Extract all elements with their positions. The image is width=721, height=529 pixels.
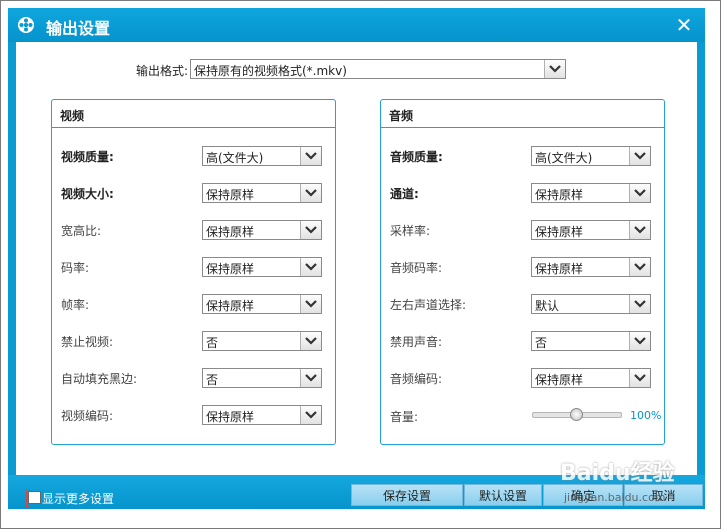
footer-bar: 显示更多设置 保存设置 默认设置 确定 取消 <box>8 475 705 509</box>
chevron-down-icon[interactable] <box>300 184 321 202</box>
close-icon: ✕ <box>675 13 693 37</box>
show-more-settings-checkbox[interactable]: 显示更多设置 <box>26 489 114 507</box>
video-row-select[interactable]: 保持原样 <box>202 405 322 425</box>
chevron-down-icon[interactable] <box>629 295 650 313</box>
chevron-down-icon[interactable] <box>300 369 321 387</box>
chevron-down-icon[interactable] <box>629 332 650 350</box>
video-group-title: 视频 <box>60 109 85 123</box>
output-format-select[interactable]: 保持原有的视频格式(*.mkv) <box>190 59 566 79</box>
output-format-value: 保持原有的视频格式(*.mkv) <box>194 64 347 78</box>
chevron-down-icon[interactable] <box>300 221 321 239</box>
video-row-label: 码率: <box>61 261 90 275</box>
video-row-value: 否 <box>206 373 219 387</box>
video-row-select[interactable]: 保持原样 <box>202 294 322 314</box>
film-reel-icon <box>18 17 34 33</box>
audio-row-value: 保持原样 <box>535 262 584 276</box>
audio-row-select[interactable]: 高(文件大) <box>531 146 651 166</box>
default-settings-button[interactable]: 默认设置 <box>464 484 542 506</box>
audio-row-label: 通道: <box>390 187 419 201</box>
video-row-value: 保持原样 <box>206 225 255 239</box>
output-format-label: 输出格式: <box>136 64 189 78</box>
audio-row-label: 音频质量: <box>390 150 443 164</box>
chevron-down-icon[interactable] <box>629 147 650 165</box>
audio-group-title: 音频 <box>389 109 414 123</box>
title-bar: 输出设置 ✕ <box>8 8 705 42</box>
frame-right-border <box>697 42 705 482</box>
audio-row-label: 左右声道选择: <box>390 298 467 312</box>
volume-label: 音量: <box>390 410 419 424</box>
chevron-down-icon[interactable] <box>300 258 321 276</box>
show-more-settings-label: 显示更多设置 <box>42 492 115 506</box>
chevron-down-icon[interactable] <box>629 221 650 239</box>
chevron-down-icon[interactable] <box>629 184 650 202</box>
video-row-select[interactable]: 高(文件大) <box>202 146 322 166</box>
audio-row-value: 保持原样 <box>535 225 584 239</box>
audio-row-value: 高(文件大) <box>535 151 593 165</box>
video-row-label: 禁止视频: <box>61 335 114 349</box>
save-settings-button[interactable]: 保存设置 <box>351 484 463 506</box>
video-row-label: 宽高比: <box>61 224 102 238</box>
audio-row-label: 采样率: <box>390 224 431 238</box>
video-row-label: 视频编码: <box>61 409 114 423</box>
close-button[interactable]: ✕ <box>673 14 695 36</box>
audio-row-select[interactable]: 否 <box>531 331 651 351</box>
video-row-value: 保持原样 <box>206 262 255 276</box>
video-row-label: 自动填充黑边: <box>61 372 138 386</box>
video-row-select[interactable]: 否 <box>202 331 322 351</box>
volume-slider-thumb[interactable] <box>570 408 583 421</box>
audio-row-select[interactable]: 默认 <box>531 294 651 314</box>
video-row-value: 保持原样 <box>206 299 255 313</box>
video-row-select[interactable]: 保持原样 <box>202 183 322 203</box>
video-row-select[interactable]: 保持原样 <box>202 220 322 240</box>
chevron-down-icon[interactable] <box>629 369 650 387</box>
video-row-label: 视频大小: <box>61 187 114 201</box>
audio-row-label: 音频编码: <box>390 372 443 386</box>
chevron-down-icon[interactable] <box>300 295 321 313</box>
video-row-label: 视频质量: <box>61 150 114 164</box>
audio-row-value: 默认 <box>535 299 560 313</box>
chevron-down-icon[interactable] <box>300 406 321 424</box>
audio-row-label: 音频码率: <box>390 261 443 275</box>
frame-left-border <box>8 42 16 482</box>
audio-row-value: 保持原样 <box>535 373 584 387</box>
checkbox-icon[interactable] <box>28 491 41 504</box>
chevron-down-icon[interactable] <box>544 60 565 78</box>
cancel-button[interactable]: 取消 <box>624 484 703 506</box>
audio-row-select[interactable]: 保持原样 <box>531 183 651 203</box>
audio-group-header: 音频 <box>381 100 664 128</box>
video-row-label: 帧率: <box>61 298 90 312</box>
chevron-down-icon[interactable] <box>300 147 321 165</box>
ok-button[interactable]: 确定 <box>543 484 623 506</box>
audio-row-value: 保持原样 <box>535 188 584 202</box>
video-row-select[interactable]: 保持原样 <box>202 257 322 277</box>
video-row-value: 高(文件大) <box>206 151 264 165</box>
video-row-value: 保持原样 <box>206 188 255 202</box>
audio-row-select[interactable]: 保持原样 <box>531 368 651 388</box>
audio-row-select[interactable]: 保持原样 <box>531 257 651 277</box>
window-title: 输出设置 <box>46 19 111 38</box>
video-group-header: 视频 <box>52 100 335 128</box>
video-settings-group: 视频 视频质量: 高(文件大) 视频大小: 保持原样 宽高比: 保持原样 码率: 保持原样 帧率… <box>51 99 336 445</box>
video-row-select[interactable]: 否 <box>202 368 322 388</box>
audio-row-select[interactable]: 保持原样 <box>531 220 651 240</box>
video-row-value: 保持原样 <box>206 410 255 424</box>
settings-content: 输出格式: 保持原有的视频格式(*.mkv) 视频 视频质量: 高(文件大) 视频大… <box>16 42 697 475</box>
audio-settings-group: 音频 音量: 100% 音频质量: 高(文件大) 通道: 保持原样 采样率: 保持原样 音频… <box>380 99 665 445</box>
video-row-value: 否 <box>206 336 219 350</box>
audio-row-label: 禁用声音: <box>390 335 443 349</box>
chevron-down-icon[interactable] <box>300 332 321 350</box>
chevron-down-icon[interactable] <box>629 258 650 276</box>
volume-value: 100% <box>630 409 662 422</box>
audio-row-value: 否 <box>535 336 548 350</box>
